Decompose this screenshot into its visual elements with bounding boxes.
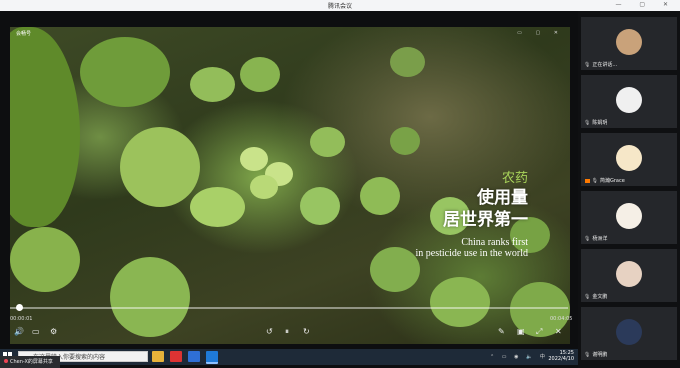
participant-name: 🎙 金文鹏 — [584, 294, 608, 300]
clover — [370, 247, 420, 292]
time-total: 00:04:05 — [550, 316, 573, 322]
caption-line-1: 农药 — [501, 171, 528, 186]
caption-line-3: 居世界第一 — [443, 210, 528, 230]
app-icon[interactable] — [188, 351, 200, 362]
screen-share-indicator[interactable]: Chen-X的屏幕共享 — [0, 356, 60, 368]
avatar — [616, 261, 642, 287]
participant-tile[interactable]: 🎙 简瀚Grace — [581, 133, 677, 186]
taskbar: ⌕ 在这里输入你要搜索的内容 ⌃ ▭ ◉ 🔈 中 15:25 2022/4/10 — [0, 349, 578, 365]
forward-icon[interactable]: ↻ — [303, 327, 310, 336]
clover — [240, 57, 280, 92]
rewind-icon[interactable]: ↺ — [266, 327, 273, 336]
caption: 农药 使用量 居世界第一 China ranks first in pestic… — [416, 171, 528, 259]
fullscreen-icon[interactable]: ⤢ — [536, 327, 542, 337]
participant-name: 🎙 谢明鹏 — [584, 352, 608, 358]
avatar — [616, 319, 642, 345]
participant-name: 🎙 简瀚Grace — [584, 177, 625, 184]
volume-icon[interactable]: 🔊 — [14, 327, 24, 336]
progress-bar[interactable] — [10, 304, 568, 311]
participant-tile[interactable]: 🎙 谢明鹏 — [581, 307, 677, 360]
host-badge — [585, 178, 590, 183]
clover — [300, 187, 340, 225]
participant-name: 🎙 杨洲洋 — [584, 236, 608, 242]
avatar — [616, 203, 642, 229]
avatar — [616, 87, 642, 113]
video-player[interactable]: 会畅号 ▭ ▢ ✕ 农药 使用量 居世界第一 China ranks first… — [10, 27, 570, 344]
share-label: Chen-X的屏幕共享 — [10, 359, 53, 365]
mic-icon: 🎙 — [584, 294, 591, 300]
system-tray-icons[interactable]: ⌃ ▭ ◉ 🔈 中 — [490, 353, 548, 360]
clover — [390, 127, 420, 155]
wps-icon[interactable] — [170, 351, 182, 362]
progress-knob[interactable] — [15, 304, 23, 311]
big-leaf-left — [10, 27, 80, 227]
clover — [240, 147, 268, 171]
close-icon[interactable]: ✕ — [555, 327, 562, 336]
clover — [360, 177, 400, 215]
clock[interactable]: 15:25 2022/4/10 — [548, 350, 574, 362]
settings-icon[interactable]: ⚙ — [50, 327, 57, 336]
leaf — [80, 37, 170, 107]
avatar — [616, 29, 642, 55]
participant-tile[interactable]: 🎙 金文鹏 — [581, 249, 677, 302]
subtitle-icon[interactable]: ▭ — [32, 327, 40, 336]
window-controls[interactable]: — ▢ ✕ — [615, 1, 676, 8]
caption-line-2: 使用量 — [477, 188, 528, 208]
participant-name: 🎙 陈娟玥 — [584, 120, 608, 126]
participant-name: 🎙 正在讲话... — [584, 62, 618, 68]
share-dot-icon — [4, 359, 8, 363]
screen-icon[interactable]: ▣ — [517, 327, 525, 336]
clover — [190, 67, 235, 102]
clover — [310, 127, 345, 157]
clover — [250, 175, 278, 199]
clock-date: 2022/4/10 — [548, 356, 574, 362]
leaf — [120, 127, 200, 207]
leaf — [190, 187, 245, 227]
participant-tile[interactable]: 🎙 正在讲话... — [581, 17, 677, 70]
time-elapsed: 00:00:01 — [10, 316, 33, 322]
shared-screen: 会畅号 ▭ ▢ ✕ 农药 使用量 居世界第一 China ranks first… — [0, 11, 578, 368]
clover — [390, 47, 425, 77]
caption-english-2: in pesticide use in the world — [415, 248, 528, 259]
leaf — [110, 257, 190, 337]
video-label: 会畅号 — [16, 31, 32, 37]
clover — [430, 277, 490, 327]
leaf — [10, 227, 80, 292]
mic-icon: 🎙 — [584, 352, 591, 358]
avatar — [616, 145, 642, 171]
video-window-buttons[interactable]: ▭ ▢ ✕ — [517, 30, 564, 36]
mic-icon: 🎙 — [591, 178, 598, 184]
edit-icon[interactable]: ✎ — [498, 327, 505, 336]
participant-tile[interactable]: 🎙 陈娟玥 — [581, 75, 677, 128]
mic-icon: 🎙 — [584, 62, 591, 68]
window-title: 腾讯会议 — [327, 3, 352, 10]
pause-icon[interactable]: ⏸ — [285, 327, 289, 337]
participant-panel: 🎙 正在讲话... 🎙 陈娟玥 🎙 简瀚Grace 🎙 杨洲洋 🎙 金文鹏 🎙 谢明鹏 — [578, 11, 680, 368]
mic-icon: 🎙 — [584, 236, 591, 242]
file-explorer-icon[interactable] — [152, 351, 164, 362]
participant-tile[interactable]: 🎙 杨洲洋 — [581, 191, 677, 244]
caption-english-1: China ranks first — [461, 237, 528, 248]
mic-icon: 🎙 — [584, 120, 591, 126]
meeting-app-icon[interactable] — [206, 351, 218, 364]
